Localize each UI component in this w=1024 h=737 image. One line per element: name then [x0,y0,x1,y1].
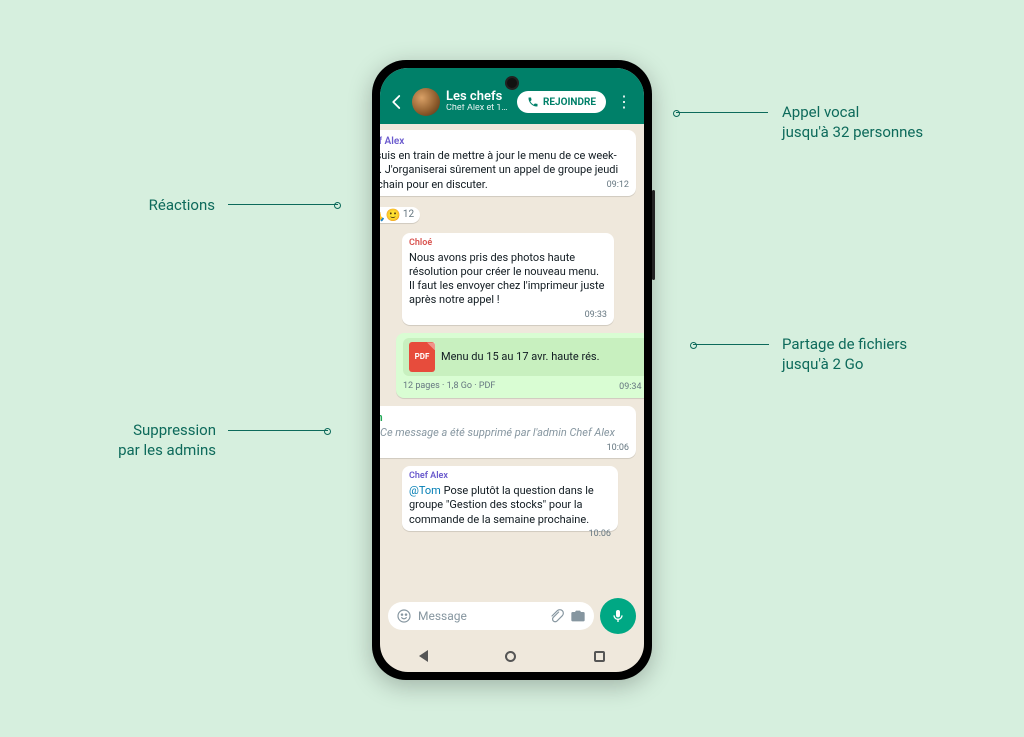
mic-icon [610,608,626,624]
file-name: Menu du 15 au 17 avr. haute rés. [441,350,600,364]
message-bubble-deleted[interactable]: Tom Ce message a été supprimé par l'admi… [380,406,636,458]
nav-home-icon[interactable] [505,651,516,662]
message-text: Nous avons pris des photos haute résolut… [409,251,607,308]
menu-icon[interactable]: ⋮ [612,94,636,110]
emoji-icon[interactable] [396,608,412,624]
nav-back-icon[interactable] [419,650,428,662]
message-bubble[interactable]: Chef Alex Je suis en train de mettre à j… [380,130,636,196]
annotation-voice-call: Appel vocal jusqu'à 32 personnes [782,102,982,143]
camera-icon[interactable] [570,608,586,624]
message-bubble[interactable]: Chef Alex @Tom Pose plutôt la question d… [402,466,618,531]
connector-admin-delete [228,430,328,431]
chat-title: Les chefs [446,90,511,104]
file-row[interactable]: PDF Menu du 15 au 17 avr. haute rés. [403,338,644,376]
file-meta: 12 pages · 1,8 Go · PDF 09:34✓✓ [403,379,644,394]
group-avatar[interactable] [412,88,440,116]
connector-reactions [228,204,338,205]
deleted-text: Ce message a été supprimé par l'admin Ch… [380,426,615,439]
pdf-icon: PDF [409,342,435,372]
message-input[interactable]: Message [388,602,594,630]
message-text: Je suis en train de mettre à jour le men… [380,149,629,192]
annotation-file-share: Partage de fichiers jusqu'à 2 Go [782,334,982,375]
phone-frame: Les chefs Chef Alex et 14 ... REJOINDRE … [372,60,652,680]
annotation-admin-delete: Suppression par les admins [36,420,216,461]
sender-name: Chloé [409,238,607,250]
phone-icon [527,96,539,108]
mention: @Tom [409,484,441,497]
sender-name: Chef Alex [409,471,611,483]
message-bubble[interactable]: Chloé Nous avons pris des photos haute r… [402,233,614,326]
reaction-count: 12 [402,209,414,220]
message-time: 10:06 [601,443,629,455]
chat-body[interactable]: Chef Alex Je suis en train de mettre à j… [380,124,644,592]
annotation-reactions: Réactions [60,195,215,215]
mic-button[interactable] [600,598,636,634]
reactions-pill[interactable]: 👍🙏🙂 12 [380,207,420,223]
screen: Les chefs Chef Alex et 14 ... REJOINDRE … [380,68,644,672]
nav-recent-icon[interactable] [594,651,605,662]
join-call-label: REJOINDRE [543,97,596,108]
android-nav-bar [380,640,644,672]
message-text: @Tom Pose plutôt la question dans le gro… [409,484,611,527]
sender-name: Chef Alex [380,135,629,148]
message-time: 09:12 [601,180,629,192]
back-icon[interactable] [388,93,406,111]
deleted-row: Ce message a été supprimé par l'admin Ch… [380,426,629,454]
message-bubble-file[interactable]: PDF Menu du 15 au 17 avr. haute rés. 12 … [396,333,644,398]
message-time: 10:06 [583,529,611,541]
sender-name: Tom [380,411,629,425]
attach-icon[interactable] [548,608,564,624]
connector-voice-call [676,112,768,113]
input-placeholder: Message [418,609,542,623]
input-bar: Message [380,592,644,640]
join-call-button[interactable]: REJOINDRE [517,91,606,113]
camera-notch [505,76,519,90]
chat-subtitle: Chef Alex et 14 ... [446,104,511,114]
message-time: 09:33 [409,310,607,322]
chat-title-block[interactable]: Les chefs Chef Alex et 14 ... [446,90,511,114]
connector-file-share [693,344,769,345]
read-ticks-icon: ✓✓ [642,379,644,392]
reaction-emojis: 👍🙏🙂 [380,208,401,222]
